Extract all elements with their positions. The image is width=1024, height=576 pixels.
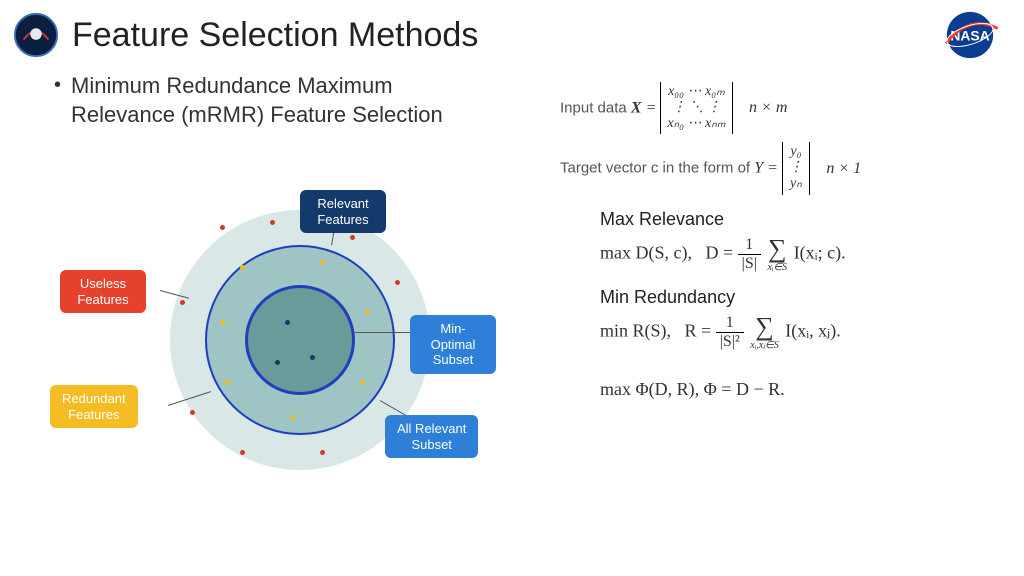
- max-relevance-formula: max D(S, c), D = 1|S| ∑xᵢ∈S I(xᵢ; c).: [600, 236, 1000, 273]
- tag-allrel: All RelevantSubset: [385, 415, 478, 458]
- feature-sets-diagram: RelevantFeatures UselessFeatures Redunda…: [40, 190, 480, 550]
- tag-relevant: RelevantFeatures: [300, 190, 386, 233]
- min-redundancy-formula: min R(S), R = 1|S|² ∑xᵢ,xⱼ∈S I(xᵢ, xⱼ).: [600, 314, 1000, 351]
- tag-useless: UselessFeatures: [60, 270, 146, 313]
- slide-title: Feature Selection Methods: [72, 16, 940, 55]
- bullet-text: Minimum Redundance Maximum Relevance (mR…: [71, 72, 501, 129]
- svg-text:NASA: NASA: [950, 28, 989, 44]
- input-data-definition: Input data X = x₀₀ ⋯ x₀ₘ ⋮ ⋱ ⋮ xₙ₀ ⋯ xₙₘ…: [560, 82, 1000, 134]
- combined-objective-formula: max Φ(D, R), Φ = D − R.: [600, 379, 1000, 400]
- min-redundancy-heading: Min Redundancy: [600, 287, 1000, 308]
- nasa-logo: NASA: [940, 10, 1000, 60]
- bullet-marker: •: [54, 72, 61, 129]
- mission-patch-logo: [12, 11, 60, 59]
- max-relevance-heading: Max Relevance: [600, 209, 1000, 230]
- target-vector-definition: Target vector c in the form of Y = y₀ ⋮ …: [560, 142, 1000, 194]
- tag-minopt: Min-OptimalSubset: [410, 315, 496, 374]
- tag-redundant: RedundantFeatures: [50, 385, 138, 428]
